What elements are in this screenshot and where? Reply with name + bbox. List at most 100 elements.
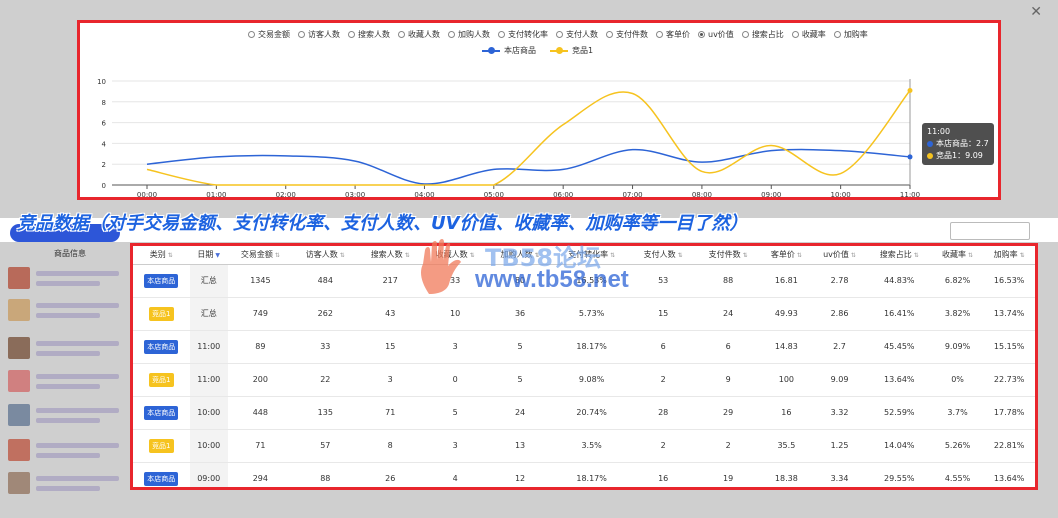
column-header[interactable]: uv价值 ⇅	[812, 246, 867, 265]
sort-icon[interactable]: ⇅	[168, 252, 173, 259]
table-cell: 29.55%	[866, 462, 932, 487]
table-cell: 88	[695, 264, 761, 298]
table-cell: 15.15%	[983, 330, 1035, 364]
column-header[interactable]: 日期 ▼	[189, 246, 228, 265]
table-cell: 44.83%	[866, 264, 932, 298]
column-header-label: 交易金额	[240, 250, 273, 260]
table-cell: 17.78%	[983, 396, 1035, 430]
sort-icon[interactable]: ⇅	[1020, 252, 1025, 259]
blurred-row	[8, 437, 128, 463]
table-cell: 22	[292, 363, 358, 397]
table-row: 竞品1 10:00 71 57 8 3 13 3.5% 2 2 35.5 1.25 14.04% 5.26…	[133, 429, 1035, 463]
column-header[interactable]: 交易金额 ⇅	[227, 246, 293, 265]
column-header[interactable]: 类别 ⇅	[133, 246, 190, 265]
column-header[interactable]: 搜索占比 ⇅	[866, 246, 932, 265]
product-thumbnail	[8, 404, 30, 426]
table-cell: 18.17%	[552, 462, 631, 487]
data-table: 类别 ⇅ 日期 ▼ 交易金额 ⇅ 访客人数 ⇅ 搜索人数 ⇅ 收藏人数 ⇅ 加购人数 ⇅ 支付转化率 ⇅ 支付人…	[133, 246, 1035, 487]
sort-icon[interactable]: ⇅	[610, 252, 615, 259]
table-cell: 5	[487, 363, 553, 397]
table-cell: 3.7%	[931, 396, 984, 430]
table-cell: 0%	[931, 363, 984, 397]
y-tick-label: 4	[102, 140, 107, 148]
sort-icon[interactable]: ⇅	[535, 252, 540, 259]
table-cell: 汇总	[189, 297, 228, 331]
table-cell: 16.41%	[866, 297, 932, 331]
table-cell: 100	[760, 363, 813, 397]
column-header-label: 搜索占比	[879, 250, 912, 260]
table-cell: 9.08%	[552, 363, 631, 397]
table-cell: 3.32	[812, 396, 867, 430]
table-cell: 749	[227, 297, 293, 331]
category-cell: 本店商品	[133, 462, 190, 487]
column-header[interactable]: 支付人数 ⇅	[630, 246, 696, 265]
sort-icon[interactable]: ⇅	[470, 252, 475, 259]
table-cell: 22.81%	[983, 429, 1035, 463]
table-cell: 71	[227, 429, 293, 463]
table-cell: 2.86	[812, 297, 867, 331]
sort-icon[interactable]: ⇅	[968, 252, 973, 259]
sort-icon[interactable]: ⇅	[743, 252, 748, 259]
sort-icon[interactable]: ▼	[215, 252, 220, 259]
column-header[interactable]: 收藏率 ⇅	[931, 246, 984, 265]
sort-icon[interactable]: ⇅	[797, 252, 802, 259]
tooltip-row: 本店商品：2.7	[936, 139, 989, 148]
column-header-label: 收藏人数	[435, 250, 468, 260]
table-cell: 49.93	[760, 297, 813, 331]
table-cell: 9.09%	[931, 330, 984, 364]
table-cell: 3.34	[812, 462, 867, 487]
column-header-label: 类别	[149, 250, 166, 260]
product-thumbnail	[8, 267, 30, 289]
table-cell: 16.53%	[983, 264, 1035, 298]
column-header[interactable]: 加购人数 ⇅	[487, 246, 553, 265]
series-line-0	[146, 148, 911, 185]
product-thumbnail	[8, 299, 30, 321]
sort-icon[interactable]: ⇅	[405, 252, 410, 259]
column-header-label: uv价值	[823, 250, 849, 260]
sort-icon[interactable]: ⇅	[851, 252, 856, 259]
table-row: 竞品1 11:00 200 22 3 0 5 9.08% 2 9 100 9.09 13.64% 0% 22…	[133, 363, 1035, 397]
table-cell: 43	[357, 297, 423, 331]
table-cell: 6	[630, 330, 696, 364]
table-cell: 5	[487, 330, 553, 364]
category-badge: 本店商品	[144, 273, 179, 288]
table-row: 本店商品 10:00 448 135 71 5 24 20.74% 28 29 16 3.32 52.5…	[133, 396, 1035, 430]
table-cell: 217	[357, 264, 423, 298]
table-cell: 1345	[227, 264, 293, 298]
table-row: 本店商品 汇总 1345 484 217 33 80 16.53% 53 88 16.81 2.78 4…	[133, 264, 1035, 298]
search-input[interactable]	[950, 222, 1030, 240]
close-icon[interactable]: ✕	[1030, 4, 1042, 20]
table-cell: 11:00	[189, 363, 228, 397]
table-cell: 4	[422, 462, 488, 487]
table-cell: 53	[630, 264, 696, 298]
table-cell: 10:00	[189, 429, 228, 463]
table-cell: 2.7	[812, 330, 867, 364]
blurred-row	[8, 335, 128, 361]
table-cell: 5	[422, 396, 488, 430]
table-cell: 28	[630, 396, 696, 430]
table-cell: 16.53%	[552, 264, 631, 298]
column-header[interactable]: 收藏人数 ⇅	[422, 246, 488, 265]
column-header[interactable]: 搜索人数 ⇅	[357, 246, 423, 265]
table-cell: 22.73%	[983, 363, 1035, 397]
column-header[interactable]: 客单价 ⇅	[760, 246, 813, 265]
table-cell: 16	[760, 396, 813, 430]
table-cell: 33	[422, 264, 488, 298]
table-cell: 1.25	[812, 429, 867, 463]
sort-icon[interactable]: ⇅	[914, 252, 919, 259]
column-header-label: 收藏率	[942, 250, 967, 260]
table-cell: 35.5	[760, 429, 813, 463]
table-cell: 89	[227, 330, 293, 364]
table-cell: 10:00	[189, 396, 228, 430]
column-header[interactable]: 支付件数 ⇅	[695, 246, 761, 265]
sort-icon[interactable]: ⇅	[275, 252, 280, 259]
column-header[interactable]: 加购率 ⇅	[983, 246, 1035, 265]
column-header[interactable]: 支付转化率 ⇅	[552, 246, 631, 265]
sort-icon[interactable]: ⇅	[678, 252, 683, 259]
table-cell: 18.17%	[552, 330, 631, 364]
table-cell: 13.64%	[983, 462, 1035, 487]
table-cell: 10	[422, 297, 488, 331]
table-cell: 19	[695, 462, 761, 487]
column-header[interactable]: 访客人数 ⇅	[292, 246, 358, 265]
sort-icon[interactable]: ⇅	[340, 252, 345, 259]
